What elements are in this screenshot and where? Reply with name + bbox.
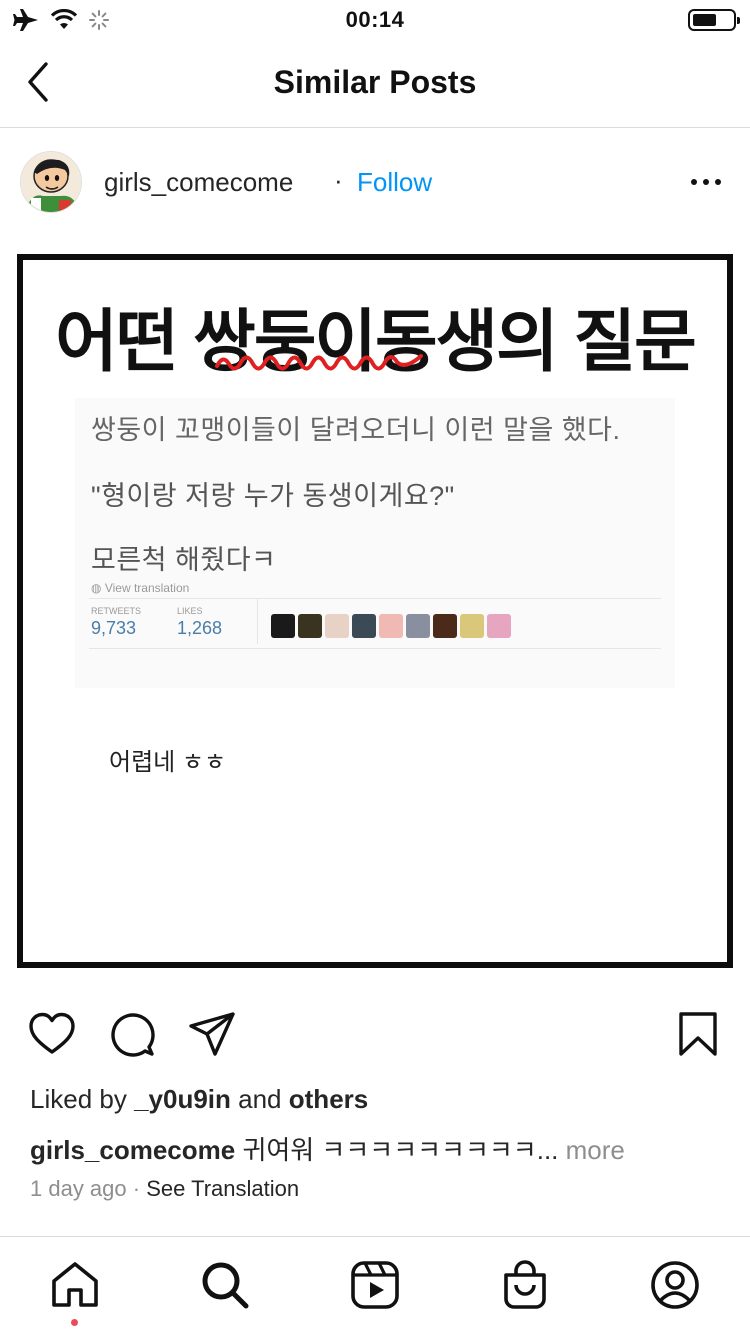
liker-thumbnail [460,614,484,638]
nav-bar: Similar Posts [0,40,750,128]
meta-separator: · [132,1176,147,1201]
tweet-line-3: 모른척 해줬다ㅋ [91,545,277,575]
post-timestamp: 1 day ago [30,1176,127,1201]
likes-label: LIKES [177,606,203,616]
tweet-divider-bottom [89,648,661,649]
liker-thumbnail [271,614,295,638]
caption-text: 귀여워 ㅋㅋㅋㅋㅋㅋㅋㅋㅋ... [242,1135,559,1165]
share-button[interactable] [188,1010,236,1058]
follow-button[interactable]: Follow [357,167,432,198]
globe-icon: ◍ [91,581,102,595]
more-horizontal-icon [691,179,721,185]
stats-separator [257,598,258,644]
page-title: Similar Posts [273,64,477,100]
comment-button[interactable] [108,1010,156,1058]
profile-icon [651,1261,699,1309]
tab-shop[interactable] [499,1259,551,1311]
liked-by-others[interactable]: others [289,1084,368,1114]
liker-thumbnail [406,614,430,638]
caption-more-link[interactable]: more [566,1135,625,1165]
separator-dot: · [334,165,343,195]
heart-icon [29,1012,75,1054]
tweet-card: 쌍둥이 꼬맹이들이 달려오더니 이런 말을 했다. "형이랑 저랑 누가 동생이… [75,398,675,688]
caption-username[interactable]: girls_comecome [30,1135,235,1165]
tab-search[interactable] [199,1259,251,1311]
post-header: girls_comecome · Follow [0,129,750,237]
liker-thumbnail [352,614,376,638]
liker-thumbnail [379,614,403,638]
tweet-divider-top [89,598,661,599]
view-translation-text: ◍ View translation [91,581,189,595]
save-button[interactable] [674,1010,722,1058]
tab-home[interactable] [49,1259,101,1311]
search-icon [202,1262,249,1309]
avatar-image [21,152,81,212]
liker-thumbnails [271,614,511,638]
battery-icon [688,9,740,31]
retweets-label: RETWEETS [91,606,142,616]
liked-by-user[interactable]: _y0u9in [134,1084,231,1114]
post-caption: girls_comecome 귀여워 ㅋㅋㅋㅋㅋㅋㅋㅋㅋ... more [30,1130,625,1167]
liked-by-line: Liked by _y0u9in and others [30,1084,368,1115]
avatar[interactable] [20,151,82,213]
tweet-line-1: 쌍둥이 꼬맹이들이 달려오더니 이런 말을 했다. [91,415,621,445]
liked-by-prefix: Liked by [30,1084,127,1114]
see-translation-link[interactable]: See Translation [146,1176,299,1201]
retweets-value: 9,733 [91,618,137,638]
tweet-line-2: "형이랑 저랑 누가 동생이게요?" [91,481,455,511]
status-time: 00:14 [345,7,405,32]
image-frame: 어떤 쌍둥이동생의 질문 쌍둥이 꼬맹이들이 달려오더니 이런 말을 했다. "… [17,254,733,968]
liked-by-and: and [238,1084,282,1114]
more-options-button[interactable] [690,169,722,195]
liker-thumbnail [325,614,349,638]
home-icon [52,1262,98,1307]
shop-icon [504,1260,546,1309]
tab-bar [0,1236,750,1334]
tab-profile[interactable] [649,1259,701,1311]
like-button[interactable] [28,1010,76,1058]
home-active-dot [71,1319,78,1326]
post-username[interactable]: girls_comecome [104,167,293,198]
cropped-text-strip [100,237,640,241]
reels-icon [351,1261,399,1309]
post-image[interactable]: 어떤 쌍둥이동생의 질문 쌍둥이 꼬맹이들이 달려오더니 이런 말을 했다. "… [0,237,750,989]
image-bottom-caption: 어렵네 ㅎㅎ [109,749,227,776]
bookmark-icon [679,1012,717,1056]
post-actions [0,1006,750,1066]
status-bar: 00:14 [0,0,750,40]
tab-reels[interactable] [349,1259,401,1311]
liker-thumbnail [433,614,457,638]
red-squiggle-underline [215,354,423,371]
post-meta: 1 day ago · See Translation [30,1176,299,1202]
liker-thumbnail [298,614,322,638]
likes-value: 1,268 [177,618,223,638]
comment-icon [111,1013,155,1057]
liker-thumbnail [487,614,511,638]
share-icon [189,1012,235,1056]
view-translation-label: View translation [104,581,190,595]
